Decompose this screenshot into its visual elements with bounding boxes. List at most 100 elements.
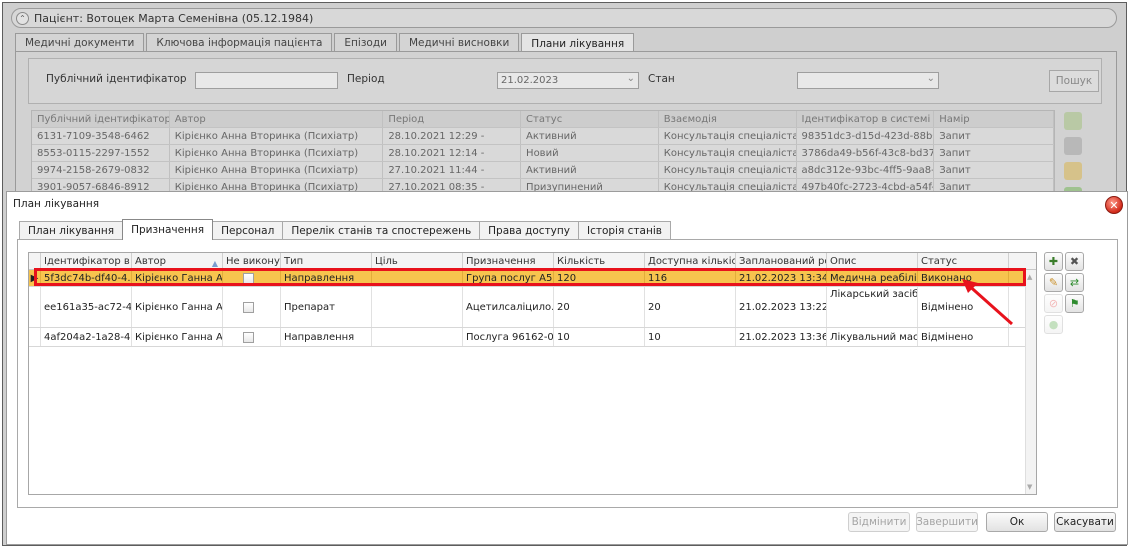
sort-asc-icon: ▲ [211, 259, 218, 268]
cancel-item-button[interactable]: Відмінити [848, 512, 910, 532]
tab-assignments[interactable]: Призначення [122, 219, 214, 240]
col-header-goal[interactable]: Ціль [372, 253, 463, 269]
cell: 6131-7109-3548-6462 [32, 128, 170, 144]
tab-episodes[interactable]: Епізоди [334, 33, 397, 52]
col-header-planned[interactable]: Запланований роз [736, 253, 827, 269]
cell: 3786da49-b56f-43c8-bd37-... [797, 145, 935, 161]
cell: Кірієнко Анна Вторинка (Психіатр) [170, 162, 384, 178]
treatment-plan-dialog: План лікування ✕ План лікування Призначе… [6, 191, 1128, 545]
add-icon[interactable] [1064, 112, 1082, 130]
col-header-author-label: Автор [135, 256, 167, 267]
col-header-desc[interactable]: Опис [827, 253, 918, 269]
table-row[interactable]: ee161a35-ac72-4... Кірієнко Ганна А... П… [29, 287, 1036, 328]
edit-icon[interactable]: ✎ [1044, 273, 1063, 292]
plans-grid-header: Публічний ідентифікатор Автор Період Ста… [32, 111, 1055, 128]
edit-icon[interactable] [1064, 162, 1082, 180]
flag-icon[interactable]: ⚑ [1065, 294, 1084, 313]
state-select[interactable] [797, 71, 939, 89]
cell-author: Кірієнко Ганна А... [132, 270, 223, 286]
tab-conclusions[interactable]: Медичні висновки [398, 33, 520, 52]
col-header-available[interactable]: Доступна кількість [645, 253, 736, 269]
col-header-author[interactable]: Автор ▲ [132, 253, 223, 269]
table-row[interactable]: ▶ 5f3dc74b-df40-4... Кірієнко Ганна А...… [29, 270, 1036, 287]
cancel-button[interactable]: Скасувати [1054, 512, 1116, 532]
cell-qty: 120 [554, 270, 645, 286]
complete-button[interactable]: Завершити [916, 512, 978, 532]
tab-key-info[interactable]: Ключова інформація пацієнта [146, 33, 333, 52]
cell: Запит [934, 162, 1055, 178]
table-row[interactable]: 8553-0115-2297-1552 Кірієнко Анна Вторин… [32, 145, 1055, 162]
cell-assignment: Ацетилсаліцило... [463, 287, 554, 327]
chevron-up-icon[interactable]: ⌃ [16, 11, 29, 25]
tab-conditions[interactable]: Перелік станів та спостережень [282, 221, 481, 240]
cell-available: 10 [645, 328, 736, 346]
cell: 28.10.2021 12:14 - [383, 145, 522, 161]
link-icon[interactable]: ⇄ [1065, 273, 1084, 292]
col-header-status[interactable]: Статус [918, 253, 1009, 269]
table-row[interactable]: 6131-7109-3548-6462 Кірієнко Анна Вторин… [32, 128, 1055, 145]
cell: 98351dc3-d15d-423d-88b0... [797, 128, 935, 144]
cell-goal [372, 328, 463, 346]
cell: 28.10.2021 12:29 - [383, 128, 522, 144]
circle-icon[interactable]: ● [1044, 315, 1063, 334]
tab-medical-docs[interactable]: Медичні документи [15, 33, 145, 52]
not-done-checkbox[interactable] [243, 301, 254, 313]
cell-planned: 21.02.2023 13:22 - [736, 287, 827, 327]
col-header[interactable]: Автор [170, 111, 384, 127]
public-id-input[interactable] [195, 72, 338, 89]
col-header[interactable]: Період [383, 111, 522, 127]
period-select[interactable]: 21.02.2023 [497, 71, 639, 89]
patient-title: Пацієнт: Вотоцек Марта Семенівна (05.12.… [34, 11, 314, 25]
close-icon[interactable]: ✕ [1105, 196, 1123, 214]
state-label: Стан [648, 73, 675, 85]
dialog-tabs: План лікування Призначення Персонал Пере… [19, 219, 671, 240]
tab-access-rights[interactable]: Права доступу [479, 221, 579, 240]
row-indicator-header [29, 253, 41, 269]
add-record-icon[interactable]: ✚ [1044, 252, 1063, 271]
cancel-icon[interactable]: ⊘ [1044, 294, 1063, 313]
cell: 8553-0115-2297-1552 [32, 145, 170, 161]
cell-assignment: Послуга 96162-0... [463, 328, 554, 346]
not-done-checkbox[interactable] [243, 331, 254, 343]
table-row[interactable]: 4af204a2-1a28-4... Кірієнко Ганна А... Н… [29, 328, 1036, 347]
not-done-checkbox[interactable] [243, 272, 254, 284]
tab-staff[interactable]: Персонал [212, 221, 284, 240]
cell: 27.10.2021 11:44 - [383, 162, 522, 178]
cell: Кірієнко Анна Вторинка (Психіатр) [170, 128, 384, 144]
col-header-not-done[interactable]: Не виконує [223, 253, 281, 269]
cell-type: Направлення [281, 328, 372, 346]
col-header[interactable]: Взаємодія [659, 111, 797, 127]
table-row[interactable]: 9974-2158-2679-0832 Кірієнко Анна Вторин… [32, 162, 1055, 179]
assignments-toolbar: ✚ ✖ ✎ ⇄ ⊘ ⚑ ● [1042, 252, 1086, 336]
col-header[interactable]: Публічний ідентифікатор [32, 111, 170, 127]
row-indicator [29, 287, 41, 327]
cell: Новий [521, 145, 659, 161]
patient-header: ⌃ Пацієнт: Вотоцек Марта Семенівна (05.1… [11, 8, 1117, 28]
col-header[interactable]: Ідентифікатор в системі "еНе [797, 111, 935, 127]
tab-plan[interactable]: План лікування [19, 221, 124, 240]
col-header-type[interactable]: Тип [281, 253, 372, 269]
tools-icon[interactable] [1064, 137, 1082, 155]
col-header[interactable]: Намір [934, 111, 1055, 127]
assignments-grid: Ідентифікатор в си Автор ▲ Не виконує Тип… [28, 252, 1037, 495]
cell: Консультація спеціаліста С... [659, 162, 797, 178]
ok-button[interactable]: Ок [986, 512, 1048, 532]
cell-available: 116 [645, 270, 736, 286]
tools-icon[interactable]: ✖ [1065, 252, 1084, 271]
cell-qty: 10 [554, 328, 645, 346]
tab-treatment-plans[interactable]: Плани лікування [521, 33, 635, 53]
cell-desc: Медична реабілі... [827, 270, 918, 286]
col-header-id[interactable]: Ідентифікатор в си [41, 253, 132, 269]
cell-author: Кірієнко Ганна А... [132, 287, 223, 327]
cell: Кірієнко Анна Вторинка (Психіатр) [170, 145, 384, 161]
col-header-qty[interactable]: Кількість [554, 253, 645, 269]
tab-state-history[interactable]: Історія станів [577, 221, 671, 240]
cell-desc: Лікарський засіб... [827, 287, 918, 327]
cell-id: 5f3dc74b-df40-4... [41, 270, 132, 286]
scroll-down-icon[interactable]: ▼ [1027, 483, 1032, 491]
col-header-assignment[interactable]: Призначення [463, 253, 554, 269]
col-header[interactable]: Статус [521, 111, 659, 127]
search-button[interactable]: Пошук [1049, 70, 1099, 92]
plans-grid: Публічний ідентифікатор Автор Період Ста… [31, 110, 1055, 197]
public-id-label: Публічний ідентифікатор [46, 73, 187, 85]
